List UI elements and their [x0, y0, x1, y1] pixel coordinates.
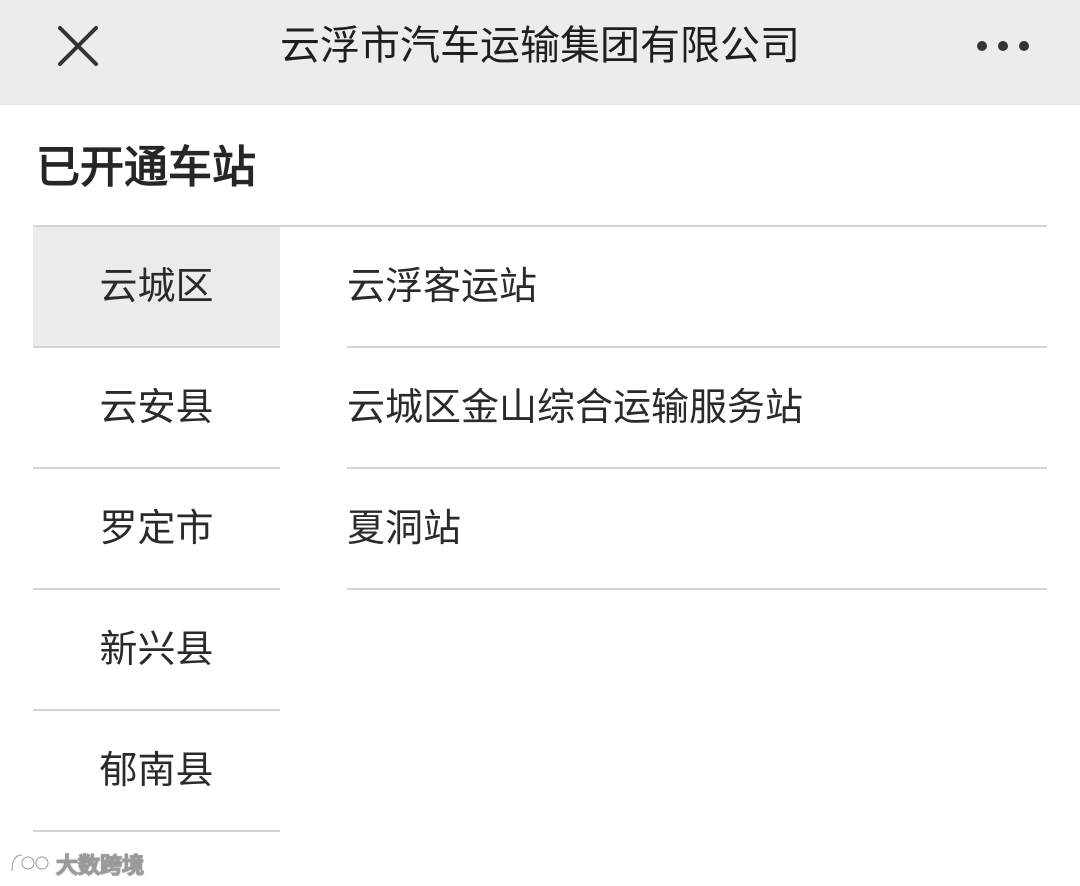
page-title: 云浮市汽车运输集团有限公司	[280, 23, 800, 69]
district-label: 云城区	[99, 264, 214, 308]
station-list: 云浮客运站云城区金山综合运输服务站 夏洞站	[347, 227, 1047, 590]
district-item[interactable]: 郁南县	[33, 711, 280, 832]
district-label: 新兴县	[99, 627, 214, 671]
district-item[interactable]: 云安县	[33, 348, 280, 469]
watermark-logo-icon	[10, 853, 50, 872]
district-label: 郁南县	[99, 748, 214, 792]
list-divider	[347, 588, 1047, 590]
more-dots-icon	[977, 41, 1029, 51]
close-icon	[58, 26, 98, 66]
district-list: 云城区云安县罗定市新兴县郁南县	[33, 227, 280, 832]
watermark-text: 大数跨境	[55, 854, 145, 880]
station-item[interactable]: 云城区金山综合运输服务站	[347, 348, 1047, 469]
district-item[interactable]: 云城区	[33, 227, 280, 348]
station-label: 夏洞站	[347, 506, 462, 550]
top-navigation-bar: 云浮市汽车运输集团有限公司	[0, 0, 1080, 105]
district-item[interactable]: 新兴县	[33, 590, 280, 711]
district-label: 罗定市	[99, 506, 214, 550]
list-divider	[33, 830, 280, 832]
more-options-button[interactable]	[972, 28, 1034, 64]
district-item[interactable]: 罗定市	[33, 469, 280, 590]
close-button[interactable]	[52, 20, 104, 72]
station-label: 云城区金山综合运输服务站	[347, 385, 804, 429]
station-label: 云浮客运站	[347, 264, 538, 308]
section-title: 已开通车站	[36, 142, 256, 193]
station-item[interactable]: 云浮客运站	[347, 227, 1047, 348]
station-item[interactable]: 夏洞站	[347, 469, 1047, 590]
watermark: 大数跨境	[8, 846, 145, 882]
district-label: 云安县	[99, 385, 214, 429]
